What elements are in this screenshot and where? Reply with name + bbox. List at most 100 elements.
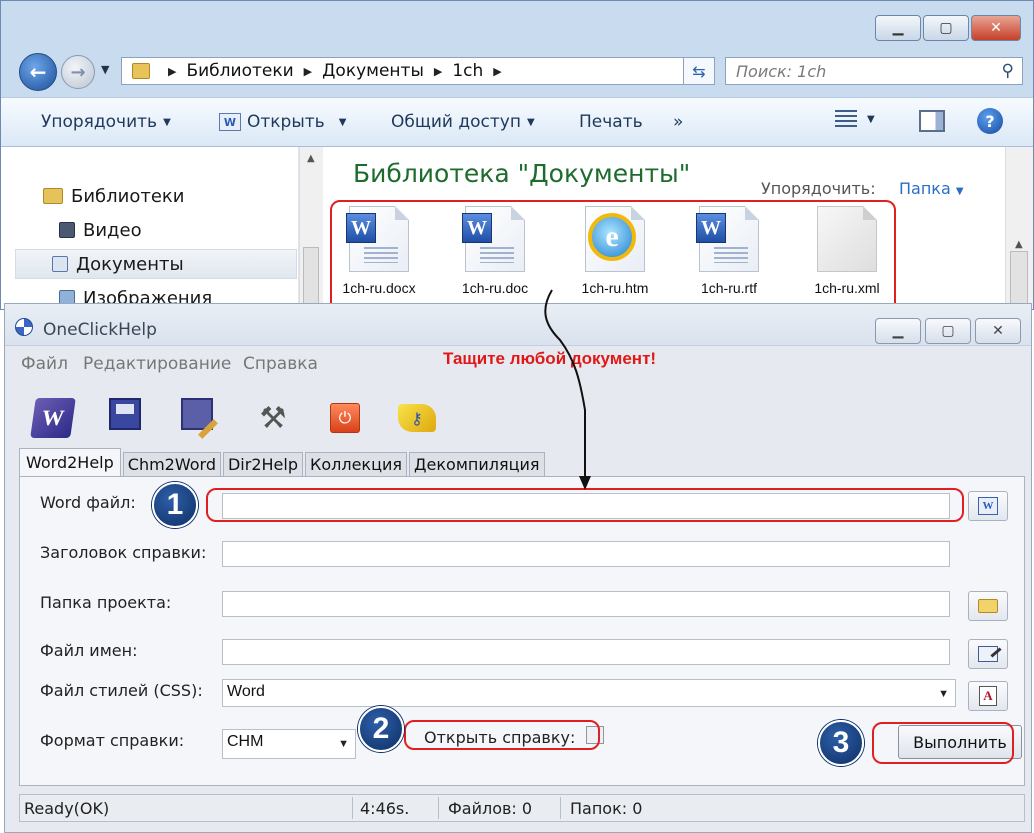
arrange-label: Упорядочить:: [761, 179, 876, 198]
scroll-thumb[interactable]: [1010, 251, 1028, 309]
more-commands-button[interactable]: »: [673, 112, 683, 132]
video-icon: [59, 222, 75, 238]
chevron-down-icon[interactable]: ▼: [938, 688, 949, 700]
chevron-right-icon[interactable]: ▶: [493, 65, 501, 78]
app-titlebar: OneClickHelp ▁ ▢ ✕: [5, 304, 1031, 346]
css-value: Word: [227, 683, 265, 700]
nav-item-label: Видео: [83, 219, 142, 241]
tab-bar: Word2Help Chm2Word Dir2Help Коллекция Де…: [19, 448, 547, 476]
scroll-up-icon[interactable]: ▲: [1015, 239, 1023, 250]
chevron-right-icon[interactable]: ▶: [304, 65, 312, 78]
key-icon: ⚷: [398, 404, 436, 432]
content-scrollbar[interactable]: ▲: [1005, 147, 1033, 309]
tab-dir2help[interactable]: Dir2Help: [222, 452, 303, 476]
status-divider: [560, 797, 561, 819]
help-icon[interactable]: ?: [977, 108, 1003, 134]
nav-item-documents[interactable]: Документы: [15, 249, 297, 279]
chevron-down-icon[interactable]: ▼: [338, 738, 349, 750]
history-dropdown-icon[interactable]: ▼: [101, 63, 109, 76]
tab-collection[interactable]: Коллекция: [304, 452, 408, 476]
forward-button[interactable]: →: [61, 55, 95, 89]
chevron-down-icon: ▼: [163, 116, 171, 128]
chevron-down-icon: ▼: [526, 116, 535, 128]
names-file-label: Файл имен:: [40, 641, 138, 660]
tab-chm2word[interactable]: Chm2Word: [122, 452, 221, 476]
breadcrumb-libraries[interactable]: Библиотеки: [186, 61, 293, 81]
edit-css-button[interactable]: A: [968, 681, 1008, 711]
scroll-thumb[interactable]: [303, 247, 319, 307]
css-select[interactable]: Word ▼: [222, 679, 956, 707]
register-button[interactable]: ⚷: [397, 398, 437, 438]
open-word-icon[interactable]: W: [30, 398, 76, 438]
scroll-up-icon[interactable]: ▲: [307, 153, 315, 164]
chevron-right-icon[interactable]: ▶: [434, 65, 442, 78]
minimize-button[interactable]: ▁: [875, 15, 921, 41]
tools-icon[interactable]: ⚒: [253, 398, 293, 438]
arrange-dropdown[interactable]: Папка ▼: [899, 179, 964, 198]
menu-edit[interactable]: Редактирование: [83, 354, 231, 374]
view-options-button[interactable]: ▼: [835, 110, 875, 128]
breadcrumb-1ch[interactable]: 1ch: [452, 61, 483, 81]
help-title-label: Заголовок справки:: [40, 543, 207, 562]
maximize-button[interactable]: ▢: [925, 318, 971, 344]
status-state: Ready(OK): [24, 799, 110, 818]
project-folder-input[interactable]: [222, 591, 950, 617]
tab-decompile[interactable]: Декомпиляция: [409, 452, 545, 476]
back-button[interactable]: ←: [19, 53, 57, 91]
folder-icon: [978, 599, 998, 613]
menu-help[interactable]: Справка: [243, 354, 318, 374]
status-folders: Папок: 0: [570, 799, 643, 818]
stop-button[interactable]: ⏻: [325, 398, 365, 438]
address-bar[interactable]: ▶ Библиотеки ▶ Документы ▶ 1ch ▶ ▼: [121, 57, 713, 85]
status-divider: [352, 797, 353, 819]
share-label: Общий доступ: [391, 112, 521, 132]
chevron-down-icon: ▼: [955, 186, 964, 197]
browse-word-button[interactable]: W: [968, 491, 1008, 521]
format-select[interactable]: CHM ▼: [222, 729, 356, 759]
maximize-button[interactable]: ▢: [923, 15, 969, 41]
menu-file[interactable]: Файл: [21, 354, 68, 374]
css-label: Файл стилей (CSS):: [40, 681, 203, 700]
breadcrumb-documents[interactable]: Документы: [322, 61, 424, 81]
chevron-right-icon[interactable]: ▶: [168, 65, 176, 78]
toolbar: W ⚒ ⏻ ⚷: [5, 390, 1031, 446]
word-icon: W: [219, 113, 241, 131]
print-button[interactable]: Печать: [579, 112, 643, 132]
nav-item-libraries[interactable]: Библиотеки: [43, 181, 185, 211]
nav-item-video[interactable]: Видео: [59, 215, 142, 245]
app-logo-icon: [15, 318, 33, 336]
search-input[interactable]: Поиск: 1ch ⚲: [725, 57, 1023, 85]
project-folder-label: Папка проекта:: [40, 593, 172, 612]
print-label: Печать: [579, 112, 643, 132]
organize-button[interactable]: Упорядочить ▼: [41, 112, 171, 132]
browse-folder-button[interactable]: [968, 591, 1008, 621]
status-files: Файлов: 0: [448, 799, 533, 818]
share-button[interactable]: Общий доступ ▼: [391, 112, 535, 132]
help-title-input[interactable]: [222, 541, 950, 567]
minimize-button[interactable]: ▁: [875, 318, 921, 344]
edit-names-button[interactable]: [968, 639, 1008, 669]
nav-scrollbar[interactable]: ▲: [299, 147, 323, 309]
status-divider: [438, 797, 439, 819]
names-file-input[interactable]: [222, 639, 950, 665]
open-help-highlight: [404, 720, 600, 750]
documents-icon: [52, 256, 68, 272]
open-button[interactable]: W Открыть ▼: [219, 112, 346, 132]
close-button[interactable]: ✕: [975, 318, 1021, 344]
close-button[interactable]: ✕: [971, 15, 1021, 41]
nav-item-label: Библиотеки: [71, 185, 185, 207]
navigation-row: ← → ▼ ▶ Библиотеки ▶ Документы ▶ 1ch ▶ ▼…: [15, 49, 1025, 93]
word-file-highlight: [206, 488, 964, 522]
chevron-down-icon[interactable]: ▼: [339, 117, 347, 128]
save-icon[interactable]: [109, 398, 141, 430]
save-as-icon[interactable]: [181, 398, 213, 430]
preview-pane-icon[interactable]: [919, 110, 945, 132]
status-time: 4:46s.: [360, 799, 410, 818]
tab-word2help[interactable]: Word2Help: [19, 448, 121, 476]
search-icon[interactable]: ⚲: [1002, 61, 1014, 81]
word-file-label: Word файл:: [40, 493, 136, 512]
edit-icon: [978, 646, 998, 662]
more-label: »: [673, 112, 684, 132]
drag-hint-text: Тащите любой документ!: [443, 349, 657, 368]
refresh-button[interactable]: ⇆: [683, 57, 715, 85]
